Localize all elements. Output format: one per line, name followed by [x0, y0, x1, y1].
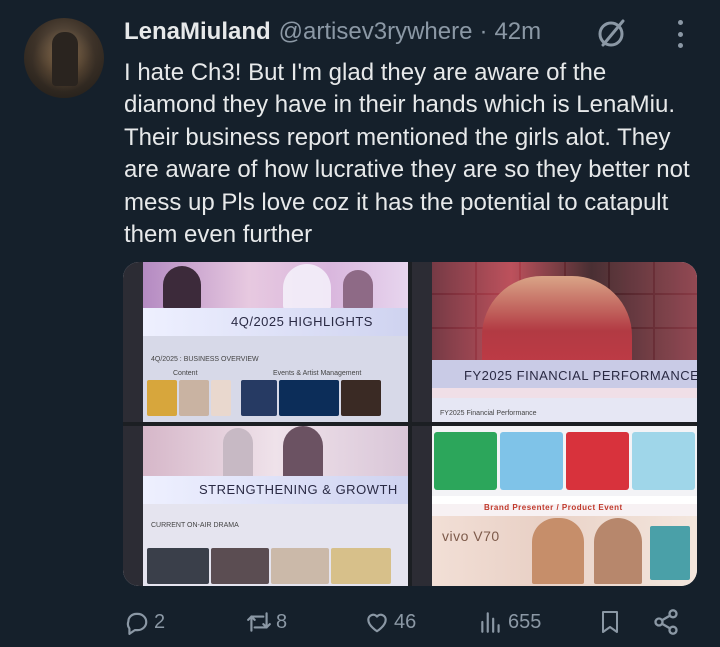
repost-icon: [247, 612, 271, 632]
banner-figure: [283, 264, 331, 310]
growth-caption: STRENGTHENING & GROWTH: [199, 482, 398, 497]
side-strip: [123, 426, 143, 586]
timestamp[interactable]: 42m: [494, 18, 541, 46]
more-dot: [677, 43, 683, 48]
overview-thumb: [341, 380, 381, 416]
media-image-highlights[interactable]: 4Q/2025 HIGHLIGHTS 4Q/2025 : BUSINESS OV…: [123, 262, 408, 422]
avatar[interactable]: [24, 18, 104, 98]
share-action[interactable]: [652, 604, 680, 640]
reply-count: 2: [154, 610, 166, 633]
separator-dot: ·: [479, 18, 488, 45]
media-image-growth[interactable]: STRENGTHENING & GROWTH CURRENT ON-AIR DR…: [123, 426, 408, 586]
share-icon: [654, 609, 678, 635]
bookmark-action[interactable]: [598, 604, 622, 640]
grok-icon[interactable]: [596, 17, 628, 49]
media-image-financial[interactable]: FY2025 FINANCIAL PERFORMANCE FY2025 Fina…: [412, 262, 697, 422]
brand-thumb: [566, 432, 629, 490]
highlights-caption: 4Q/2025 HIGHLIGHTS: [231, 314, 373, 329]
tweet-text: I hate Ch3! But I'm glad they are aware …: [124, 59, 690, 249]
like-action[interactable]: 46: [364, 604, 416, 640]
financial-caption: FY2025 FINANCIAL PERFORMANCE: [464, 368, 697, 383]
author-name[interactable]: LenaMiuland: [124, 18, 271, 46]
brand-thumb: [434, 432, 497, 490]
reply-action[interactable]: 2: [124, 604, 165, 640]
brand-caption: Brand Presenter / Product Event: [484, 503, 623, 512]
drama-thumb: [147, 548, 209, 584]
side-strip: [123, 262, 143, 422]
brand-thumbs: [432, 426, 697, 496]
brand-product-box: [650, 526, 690, 580]
views-icon: [481, 612, 500, 633]
like-count: 46: [394, 610, 417, 633]
author-handle[interactable]: @artisev3rywhere: [279, 18, 473, 46]
drama-thumb: [271, 548, 329, 584]
like-icon: [367, 613, 387, 633]
brand-thumb: [500, 432, 563, 490]
overview-thumb: [147, 380, 177, 416]
repost-count: 8: [276, 610, 288, 633]
drama-title: CURRENT ON-AIR DRAMA: [151, 522, 239, 529]
financial-sub-title: FY2025 Financial Performance: [440, 410, 537, 417]
brand-thumb: [632, 432, 695, 490]
brand-figure: [594, 518, 642, 584]
bookmark-icon: [602, 611, 618, 633]
repost-action[interactable]: 8: [246, 604, 287, 640]
reply-icon: [126, 612, 148, 635]
media-image-brand[interactable]: Brand Presenter / Product Event vivo V70: [412, 426, 697, 586]
overview-thumb: [241, 380, 277, 416]
views-count: 655: [508, 610, 542, 633]
views-action[interactable]: 655: [478, 604, 541, 640]
more-icon[interactable]: [672, 20, 688, 48]
overview-thumb: [179, 380, 209, 416]
drama-thumb: [331, 548, 391, 584]
overview-title: 4Q/2025 : BUSINESS OVERVIEW: [151, 356, 259, 363]
brand-figure: [532, 518, 584, 584]
side-strip: [412, 262, 432, 422]
overview-thumb: [211, 380, 231, 416]
more-dot: [677, 20, 683, 25]
banner-figure: [343, 270, 373, 310]
drama-thumb: [211, 548, 269, 584]
tweet-header: LenaMiuland @artisev3rywhere · 42m: [124, 16, 541, 48]
overview-label-content: Content: [173, 370, 198, 377]
overview-thumb: [279, 380, 339, 416]
side-strip: [412, 426, 432, 586]
overview-label-events: Events & Artist Management: [273, 370, 362, 377]
more-dot: [677, 31, 683, 37]
brand-product-text: vivo V70: [442, 528, 500, 544]
avatar-figure: [52, 32, 78, 86]
media-grid: 4Q/2025 HIGHLIGHTS 4Q/2025 : BUSINESS OV…: [123, 262, 697, 586]
banner-figure: [163, 266, 201, 310]
